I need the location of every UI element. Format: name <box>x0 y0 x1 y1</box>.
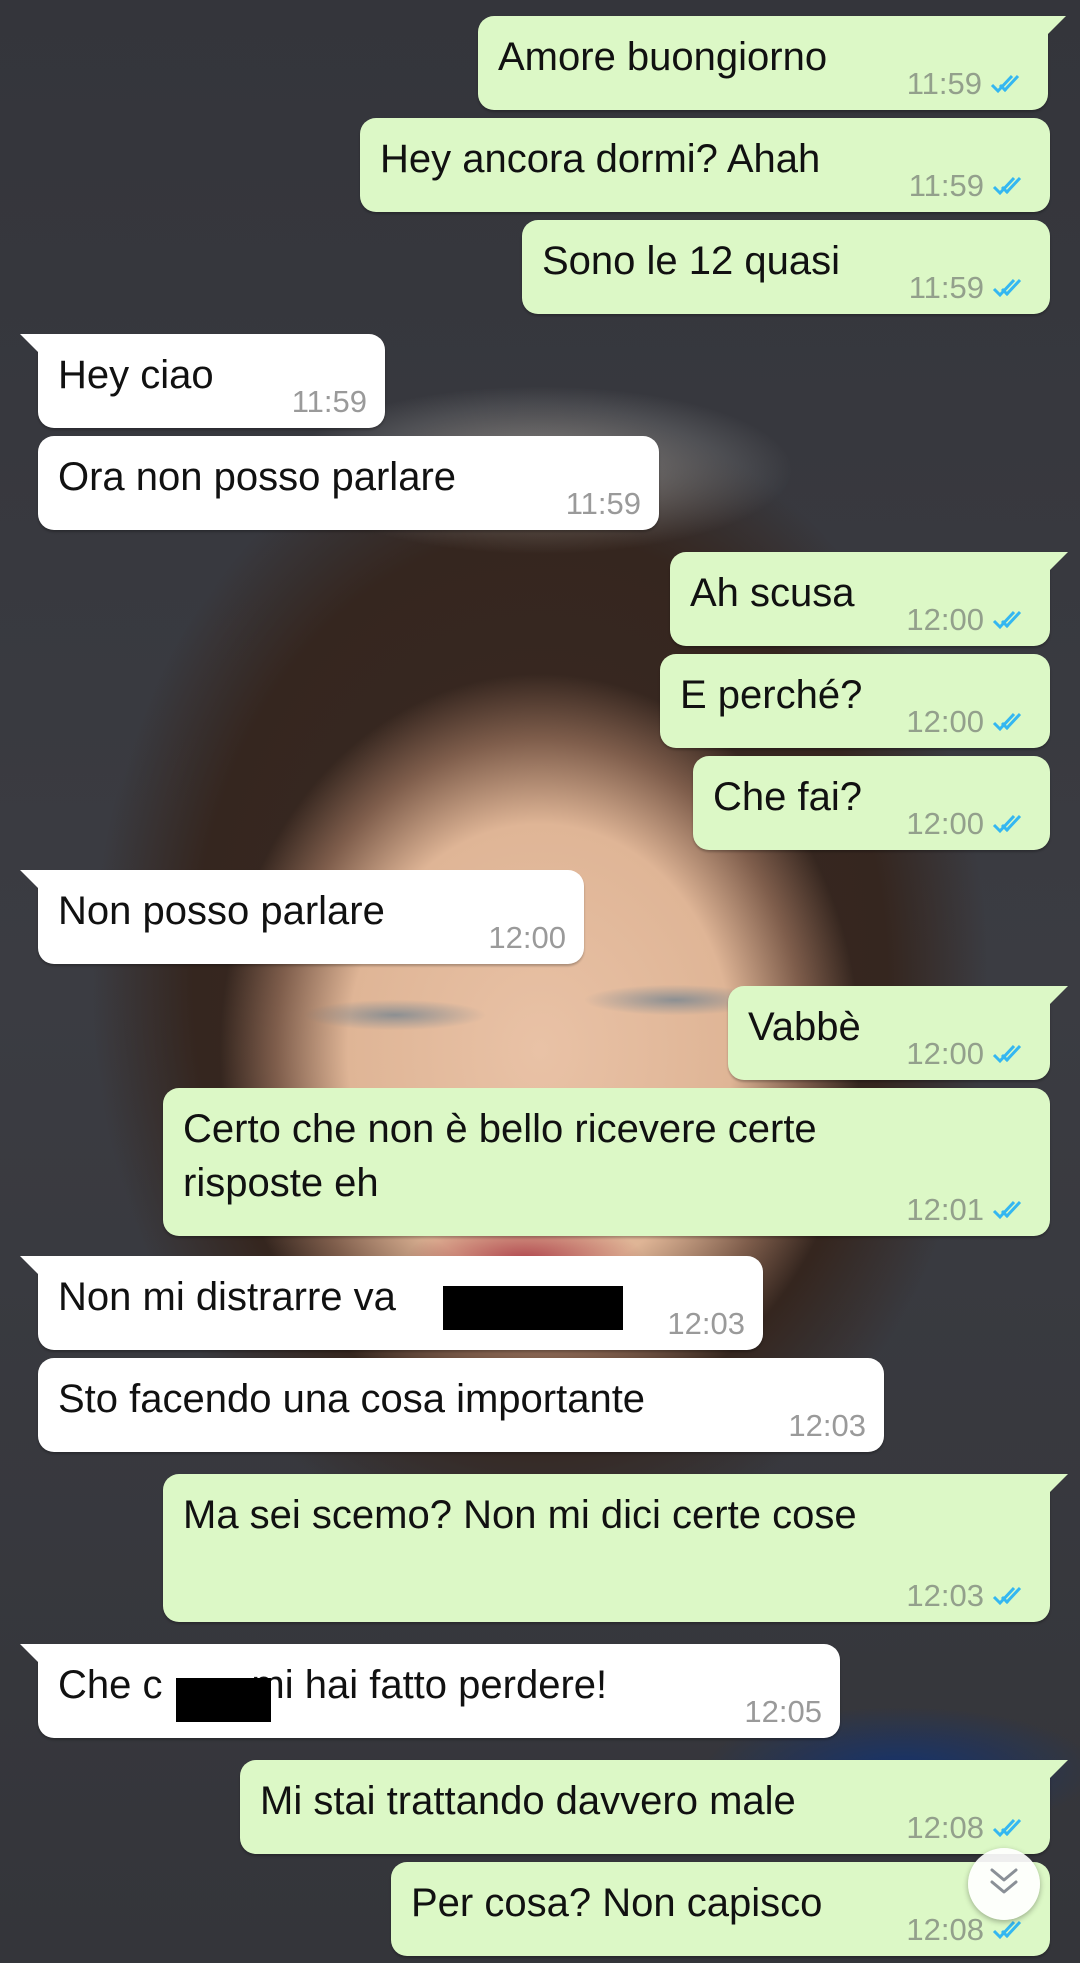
double-check-icon <box>992 710 1032 734</box>
message-time: 12:00 <box>906 1036 984 1071</box>
message-text: Che c mi hai fatto perdere! <box>58 1663 608 1707</box>
double-check-icon <box>992 1198 1032 1222</box>
message-text: Hey ciao <box>58 353 214 397</box>
message-bubble-outgoing[interactable]: Ma sei scemo? Non mi dici certe cose 12:… <box>163 1474 1068 1622</box>
message-time: 12:05 <box>744 1694 822 1729</box>
message-bubble-outgoing[interactable]: Vabbè 12:00 <box>728 986 1068 1080</box>
double-check-icon <box>992 1042 1032 1066</box>
message-bubble-outgoing[interactable]: Amore buongiorno 11:59 <box>478 16 1066 110</box>
message-bubble-outgoing[interactable]: Certo che non è bello ricevere certe ris… <box>163 1088 1050 1236</box>
message-text: Non mi distrarre va <box>58 1275 396 1319</box>
message-bubble-outgoing[interactable]: Ah scusa 12:00 <box>670 552 1068 646</box>
message-text: Mi stai trattando davvero male <box>260 1779 796 1823</box>
double-check-icon <box>992 608 1032 632</box>
message-bubble-incoming[interactable]: Non posso parlare 12:00 <box>20 870 584 964</box>
message-text: Certo che non è bello ricevere certe ris… <box>183 1107 817 1205</box>
redaction-block <box>176 1678 271 1722</box>
message-bubble-outgoing[interactable]: Mi stai trattando davvero male 12:08 <box>240 1760 1068 1854</box>
message-bubble-outgoing[interactable]: Hey ancora dormi? Ahah 11:59 <box>360 118 1050 212</box>
message-text: Hey ancora dormi? Ahah <box>380 137 821 181</box>
chevron-double-down-icon <box>986 1866 1022 1903</box>
redaction-block <box>443 1286 623 1330</box>
double-check-icon <box>990 72 1030 96</box>
message-time: 12:03 <box>667 1306 745 1341</box>
message-time: 12:00 <box>906 602 984 637</box>
message-text: Sono le 12 quasi <box>542 239 841 283</box>
message-text: Per cosa? Non capisco <box>411 1881 823 1925</box>
message-time: 11:59 <box>565 486 641 521</box>
message-bubble-outgoing[interactable]: Sono le 12 quasi 11:59 <box>522 220 1050 314</box>
message-time: 11:59 <box>908 270 984 305</box>
message-bubble-incoming[interactable]: Che c mi hai fatto perdere! 12:05 <box>20 1644 840 1738</box>
message-time: 12:01 <box>906 1192 984 1227</box>
message-time: 12:08 <box>906 1810 984 1845</box>
message-text: Non posso parlare <box>58 889 385 933</box>
message-bubble-outgoing[interactable]: Per cosa? Non capisco 12:08 <box>391 1862 1050 1956</box>
message-text: Vabbè <box>748 1005 861 1049</box>
message-text: Sto facendo una cosa importante <box>58 1377 646 1421</box>
double-check-icon <box>992 1918 1032 1942</box>
message-time: 12:00 <box>906 704 984 739</box>
double-check-icon <box>992 174 1032 198</box>
message-time: 12:00 <box>906 806 984 841</box>
message-bubble-incoming[interactable]: Non mi distrarre va 12:03 <box>20 1256 763 1350</box>
double-check-icon <box>992 812 1032 836</box>
message-time: 11:59 <box>906 66 982 101</box>
message-text: Ma sei scemo? Non mi dici certe cose <box>183 1493 857 1537</box>
message-text: E perché? <box>680 673 863 717</box>
double-check-icon <box>992 276 1032 300</box>
message-bubble-outgoing[interactable]: E perché? 12:00 <box>660 654 1050 748</box>
message-text: Ah scusa <box>690 571 855 615</box>
message-bubble-incoming[interactable]: Hey ciao 11:59 <box>20 334 385 428</box>
message-time: 12:03 <box>906 1578 984 1613</box>
message-time: 11:59 <box>291 384 367 419</box>
message-text: Che fai? <box>713 775 862 819</box>
chat-background: Amore buongiorno 11:59 Hey ancora dormi?… <box>0 0 1080 1963</box>
double-check-icon <box>992 1816 1032 1840</box>
message-bubble-incoming[interactable]: Ora non posso parlare 11:59 <box>38 436 659 530</box>
message-time: 12:00 <box>488 920 566 955</box>
message-time: 12:03 <box>788 1408 866 1443</box>
double-check-icon <box>992 1584 1032 1608</box>
message-time: 11:59 <box>908 168 984 203</box>
scroll-to-bottom-button[interactable] <box>968 1848 1040 1920</box>
message-time: 12:08 <box>906 1912 984 1947</box>
message-bubble-incoming[interactable]: Sto facendo una cosa importante 12:03 <box>38 1358 884 1452</box>
message-text: Amore buongiorno <box>498 35 828 79</box>
message-text: Ora non posso parlare <box>58 455 457 499</box>
message-bubble-outgoing[interactable]: Che fai? 12:00 <box>693 756 1050 850</box>
